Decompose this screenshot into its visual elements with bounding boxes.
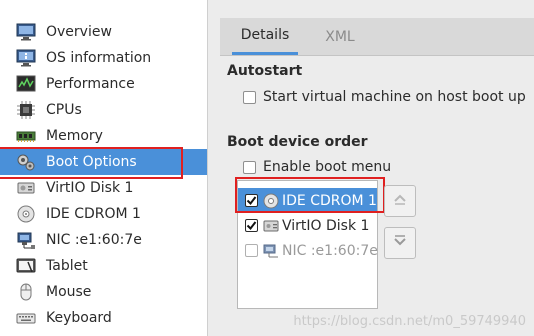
sidebar-item-keyboard[interactable]: Keyboard xyxy=(0,305,207,331)
sidebar-item-virtio-disk-1[interactable]: VirtIO Disk 1 xyxy=(0,175,207,201)
boot-device-checkbox[interactable] xyxy=(245,219,258,232)
arrow-down-icon xyxy=(392,233,408,253)
boot-device-checkbox[interactable] xyxy=(245,194,258,207)
sidebar-item-os-information[interactable]: OS information xyxy=(0,45,207,71)
boot-device-nic[interactable]: NIC :e1:60:7e xyxy=(238,238,378,263)
sidebar-item-label: Memory xyxy=(46,128,103,144)
cpu-chip-icon xyxy=(16,100,36,120)
boot-device-checkbox[interactable] xyxy=(245,244,258,257)
watermark-text: https://blog.csdn.net/m0_59749940 xyxy=(293,314,526,329)
sidebar-item-label: IDE CDROM 1 xyxy=(46,206,141,222)
boot-device-label: VirtIO Disk 1 xyxy=(282,217,370,234)
sidebar-item-nic[interactable]: NIC :e1:60:7e xyxy=(0,227,207,253)
boot-device-label: NIC :e1:60:7e xyxy=(282,242,378,259)
sidebar-item-label: VirtIO Disk 1 xyxy=(46,180,134,196)
sidebar-item-ide-cdrom-1[interactable]: IDE CDROM 1 xyxy=(0,201,207,227)
monitor-icon xyxy=(16,22,36,42)
cdrom-disc-icon xyxy=(263,193,279,209)
move-up-button[interactable] xyxy=(384,185,416,217)
sidebar-item-label: Mouse xyxy=(46,284,92,300)
autostart-heading: Autostart xyxy=(227,63,303,79)
performance-graph-icon xyxy=(16,74,36,94)
enable-boot-menu-checkbox[interactable] xyxy=(243,160,256,174)
cdrom-disc-icon xyxy=(16,204,36,224)
enable-boot-menu-label: Enable boot menu xyxy=(263,159,392,175)
details-panel: Details XML Autostart Start virtual mach… xyxy=(208,0,534,336)
boot-device-label: IDE CDROM 1 xyxy=(282,192,377,209)
sidebar-item-mouse[interactable]: Mouse xyxy=(0,279,207,305)
hard-disk-icon xyxy=(263,218,279,234)
memory-module-icon xyxy=(16,126,36,146)
sidebar-item-memory[interactable]: Memory xyxy=(0,123,207,149)
network-card-icon xyxy=(16,230,36,250)
keyboard-icon xyxy=(16,308,36,328)
boot-device-list: IDE CDROM 1 VirtIO Disk 1 NIC :e1:60:7e xyxy=(237,180,378,309)
hard-disk-icon xyxy=(16,178,36,198)
autostart-checkbox-row[interactable]: Start virtual machine on host boot up xyxy=(243,89,526,105)
sidebar-item-tablet[interactable]: Tablet xyxy=(0,253,207,279)
boot-order-heading: Boot device order xyxy=(227,134,368,150)
tab-xml[interactable]: XML xyxy=(318,18,362,55)
move-down-button[interactable] xyxy=(384,227,416,259)
sidebar-item-label: Overview xyxy=(46,24,112,40)
network-card-icon xyxy=(263,243,279,259)
sidebar-item-label: NIC :e1:60:7e xyxy=(46,232,142,248)
tablet-icon xyxy=(16,256,36,276)
boot-device-ide-cdrom-1[interactable]: IDE CDROM 1 xyxy=(238,188,377,213)
gears-icon xyxy=(16,152,36,172)
enable-boot-menu-row[interactable]: Enable boot menu xyxy=(243,159,391,175)
autostart-checkbox[interactable] xyxy=(243,90,256,104)
sidebar-item-label: Tablet xyxy=(46,258,88,274)
hardware-sidebar: Overview OS information Performance CPUs xyxy=(0,0,208,336)
sidebar-item-label: OS information xyxy=(46,50,152,66)
sidebar-item-label: Keyboard xyxy=(46,310,112,326)
sidebar-item-label: CPUs xyxy=(46,102,82,118)
vm-details-window: Overview OS information Performance CPUs xyxy=(0,0,534,336)
tab-details[interactable]: Details xyxy=(232,18,298,55)
sidebar-item-boot-options[interactable]: Boot Options xyxy=(0,149,207,175)
arrow-up-icon xyxy=(392,191,408,211)
mouse-icon xyxy=(16,282,36,302)
autostart-checkbox-label: Start virtual machine on host boot up xyxy=(263,89,526,105)
sidebar-item-label: Boot Options xyxy=(46,154,137,170)
sidebar-item-label: Performance xyxy=(46,76,135,92)
sidebar-item-performance[interactable]: Performance xyxy=(0,71,207,97)
tab-bar: Details XML xyxy=(220,18,534,56)
sidebar-item-overview[interactable]: Overview xyxy=(0,19,207,45)
sidebar-item-cpus[interactable]: CPUs xyxy=(0,97,207,123)
monitor-info-icon xyxy=(16,48,36,68)
boot-device-virtio-disk-1[interactable]: VirtIO Disk 1 xyxy=(238,213,377,238)
